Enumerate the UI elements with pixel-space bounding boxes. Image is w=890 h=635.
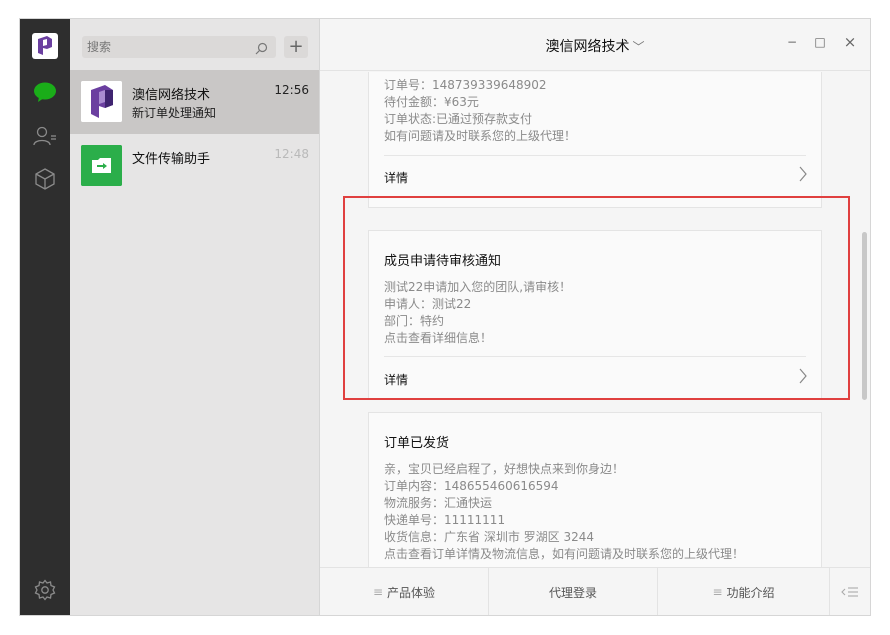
search-box[interactable] (82, 36, 276, 58)
card-line: 订单状态:已通过预存款支付 (384, 112, 533, 126)
detail-link[interactable]: 详情 (384, 371, 408, 388)
message-list[interactable]: 订单号：148739339648902 待付金额：¥63元 订单状态:已通过预存… (320, 72, 870, 567)
title-bar: 澳信网络技术 ﹀ − □ × (320, 19, 870, 71)
add-chat-button[interactable]: + (284, 36, 308, 58)
file-transfer-icon (81, 145, 122, 186)
hamburger-icon: ≡ (712, 585, 723, 599)
card-line: 点击查看详细信息！ (384, 331, 493, 345)
chevron-down-icon[interactable]: ﹀ (632, 40, 644, 54)
conversation-title-text: 澳信网络技术 (545, 39, 630, 55)
chat-name: 文件传输助手 (132, 152, 211, 167)
menu-label: 功能介绍 (726, 585, 775, 600)
card-line: 待付金额：¥63元 (384, 95, 479, 109)
search-input[interactable] (82, 36, 276, 58)
card-line: 收货信息：广东省 深圳市 罗湖区 3244 (384, 530, 594, 544)
bottom-menu-bar: ≡ 产品体验 代理登录 ≡ 功能介绍 (320, 567, 870, 615)
detail-link[interactable]: 详情 (384, 169, 408, 186)
card-line: 快递单号：11111111 (384, 513, 506, 527)
app-logo-icon[interactable] (32, 33, 58, 59)
hamburger-icon: ≡ (372, 585, 384, 599)
aoxin-avatar (81, 81, 122, 122)
card-line: 测试22申请加入您的团队,请审核！ (384, 280, 572, 294)
search-icon[interactable] (255, 40, 268, 59)
order-payment-card[interactable]: 订单号：148739339648902 待付金额：¥63元 订单状态:已通过预存… (368, 72, 822, 208)
chat-item-aoxin[interactable]: 澳信网络技术 新订单处理通知 12:56 (70, 70, 319, 134)
divider (384, 155, 806, 156)
menu-feature-intro[interactable]: ≡ 功能介绍 (658, 568, 830, 615)
minimize-button[interactable]: − (783, 33, 801, 51)
card-line: 亲，宝贝已经启程了，好想快点来到你身边！ (384, 462, 625, 476)
card-line: 部门：特约 (384, 314, 445, 328)
chat-time: 12:48 (274, 147, 309, 161)
chat-list-panel: + 澳信网络技术 新订单处理通知 12:56 (70, 19, 320, 615)
box-icon[interactable] (32, 166, 58, 192)
close-button[interactable]: × (841, 33, 859, 51)
card-line: 点击查看订单详情及物流信息，如有问题请及时联系您的上级代理！ (384, 547, 745, 561)
contacts-icon[interactable] (32, 123, 58, 149)
wechat-window: + 澳信网络技术 新订单处理通知 12:56 (20, 19, 870, 615)
card-line: 订单号：148739339648902 (384, 78, 547, 92)
chat-time: 12:56 (274, 83, 309, 97)
settings-gear-icon[interactable] (32, 577, 58, 603)
menu-agent-login[interactable]: 代理登录 (489, 568, 658, 615)
conversation-pane: 澳信网络技术 ﹀ − □ × 订单号：148739339648902 待付金额：¥… (320, 19, 870, 615)
card-line: 订单内容：148655460616594 (384, 479, 559, 493)
menu-label: 代理登录 (548, 585, 597, 600)
chat-name: 澳信网络技术 (132, 88, 211, 103)
maximize-button[interactable]: □ (811, 33, 829, 51)
chat-item-file-helper[interactable]: 文件传输助手 12:48 (70, 134, 319, 198)
card-line: 申请人：测试22 (384, 297, 472, 311)
member-approval-card[interactable]: 成员申请待审核通知 测试22申请加入您的团队,请审核！ 申请人：测试22 部门：… (368, 230, 822, 400)
card-title: 订单已发货 (384, 436, 450, 451)
menu-product-experience[interactable]: ≡ 产品体验 (320, 568, 489, 615)
plus-icon: + (288, 36, 304, 57)
menu-label: 产品体验 (387, 585, 436, 600)
order-shipped-card[interactable]: 订单已发货 亲，宝贝已经启程了，好想快点来到你身边！ 订单内容：14865546… (368, 412, 822, 567)
nav-bar (20, 19, 70, 615)
chat-bubble-icon[interactable] (32, 79, 58, 105)
keyboard-toggle-icon[interactable] (830, 568, 870, 615)
divider (384, 356, 806, 357)
chevron-right-icon[interactable] (799, 368, 807, 388)
chevron-right-icon[interactable] (799, 166, 807, 186)
card-line: 如有问题请及时联系您的上级代理！ (384, 129, 577, 143)
card-line: 物流服务：汇通快运 (384, 496, 493, 510)
scrollbar[interactable] (862, 232, 867, 400)
card-title: 成员申请待审核通知 (384, 254, 502, 269)
chat-preview: 新订单处理通知 (132, 106, 217, 120)
